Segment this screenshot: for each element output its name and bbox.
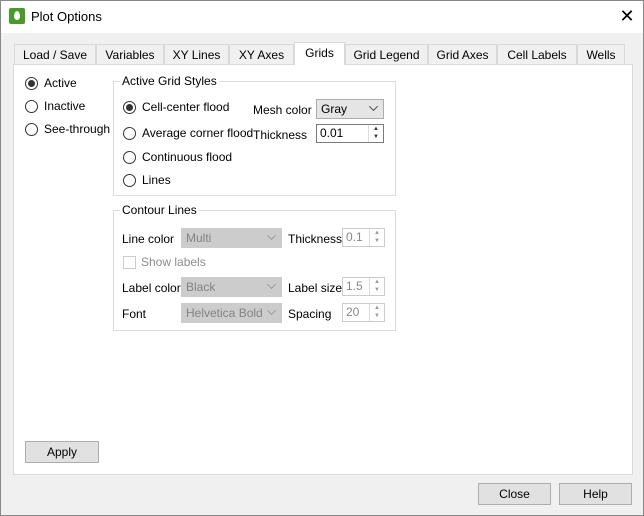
contour-lines-group: Contour Lines Line color Multi Thickness… <box>113 203 396 331</box>
chevron-down-icon <box>267 231 276 240</box>
group-title: Contour Lines <box>120 203 199 217</box>
selected-value: Multi <box>186 231 212 245</box>
radio-label: Active <box>44 76 77 90</box>
tab-xy-lines[interactable]: XY Lines <box>164 44 229 65</box>
radio-icon <box>123 173 136 187</box>
radio-label: Lines <box>142 173 171 187</box>
spacing-label: Spacing <box>288 307 332 321</box>
radio-cell-center-flood[interactable]: Cell-center flood <box>123 100 229 114</box>
contour-thickness-spinner[interactable]: 0.1 ▲ ▼ <box>342 228 385 247</box>
selected-value: Black <box>186 280 216 294</box>
tab-cell-labels[interactable]: Cell Labels <box>497 44 577 65</box>
checkbox-icon <box>123 255 136 269</box>
tab-grids[interactable]: Grids <box>294 42 345 65</box>
active-grid-styles-group: Active Grid Styles Cell-center flood Ave… <box>113 74 396 196</box>
tab-variables[interactable]: Variables <box>96 44 164 65</box>
spin-arrows-icon[interactable]: ▲ ▼ <box>368 125 383 142</box>
spacing-spinner[interactable]: 20 ▲ ▼ <box>342 303 385 322</box>
radio-active[interactable]: Active <box>25 76 77 90</box>
selected-value: Gray <box>321 102 348 116</box>
radio-icon <box>25 99 38 113</box>
thickness-spinner[interactable]: 0.01 ▲ ▼ <box>316 124 384 143</box>
label-color-label: Label color <box>122 281 181 295</box>
line-color-select[interactable]: Multi <box>181 228 282 248</box>
tab-load-save[interactable]: Load / Save <box>14 44 96 65</box>
radio-label: Continuous flood <box>142 150 233 164</box>
radio-icon <box>123 126 136 140</box>
mesh-color-select[interactable]: Gray <box>316 99 384 119</box>
label-size-label: Label size <box>288 281 343 295</box>
font-select[interactable]: Helvetica Bold <box>181 303 282 323</box>
spin-arrows-icon[interactable]: ▲ ▼ <box>369 278 384 295</box>
close-window-icon[interactable]: ✕ <box>617 6 637 27</box>
close-button[interactable]: Close <box>478 483 551 505</box>
radio-icon <box>25 122 38 136</box>
tab-grid-axes[interactable]: Grid Axes <box>428 44 497 65</box>
spinner-value: 1.5 <box>346 279 363 293</box>
grids-tab-pane: Active Inactive See-through Active Grid … <box>13 64 633 475</box>
apply-button[interactable]: Apply <box>25 441 99 463</box>
label-size-spinner[interactable]: 1.5 ▲ ▼ <box>342 277 385 296</box>
radio-continuous-flood[interactable]: Continuous flood <box>123 150 232 164</box>
title-bar: Plot Options ✕ <box>1 1 643 33</box>
chevron-down-icon <box>267 280 276 289</box>
radio-label: Average corner flood <box>142 126 254 140</box>
radio-icon <box>123 150 136 164</box>
group-title: Active Grid Styles <box>120 74 219 88</box>
chevron-down-icon <box>267 306 276 315</box>
radio-icon <box>25 76 38 90</box>
label-color-select[interactable]: Black <box>181 277 282 297</box>
spin-arrows-icon[interactable]: ▲ ▼ <box>369 229 384 246</box>
line-color-label: Line color <box>122 232 175 246</box>
radio-lines[interactable]: Lines <box>123 173 171 187</box>
radio-label: See-through <box>44 122 111 136</box>
mesh-color-label: Mesh color <box>253 103 312 117</box>
checkbox-label: Show labels <box>141 255 206 269</box>
tab-xy-axes[interactable]: XY Axes <box>229 44 294 65</box>
radio-average-corner-flood[interactable]: Average corner flood <box>123 126 253 140</box>
thickness-label: Thickness <box>253 128 308 142</box>
spin-arrows-icon[interactable]: ▲ ▼ <box>369 304 384 321</box>
radio-inactive[interactable]: Inactive <box>25 99 85 113</box>
font-label: Font <box>122 307 147 321</box>
radio-see-through[interactable]: See-through <box>25 122 110 136</box>
app-drop-icon <box>9 8 25 24</box>
selected-value: Helvetica Bold <box>186 306 263 320</box>
tab-wells[interactable]: Wells <box>577 44 625 65</box>
help-button[interactable]: Help <box>559 483 632 505</box>
radio-icon <box>123 100 136 114</box>
contour-thickness-label: Thickness <box>288 232 343 246</box>
radio-label: Cell-center flood <box>142 100 230 114</box>
spinner-value: 20 <box>346 305 360 319</box>
chevron-down-icon <box>369 102 378 111</box>
tab-grid-legend[interactable]: Grid Legend <box>345 44 428 65</box>
radio-label: Inactive <box>44 99 86 113</box>
spinner-value: 0.01 <box>320 126 344 140</box>
window-title: Plot Options <box>31 9 102 24</box>
show-labels-checkbox[interactable]: Show labels <box>123 255 206 269</box>
spinner-value: 0.1 <box>346 230 363 244</box>
